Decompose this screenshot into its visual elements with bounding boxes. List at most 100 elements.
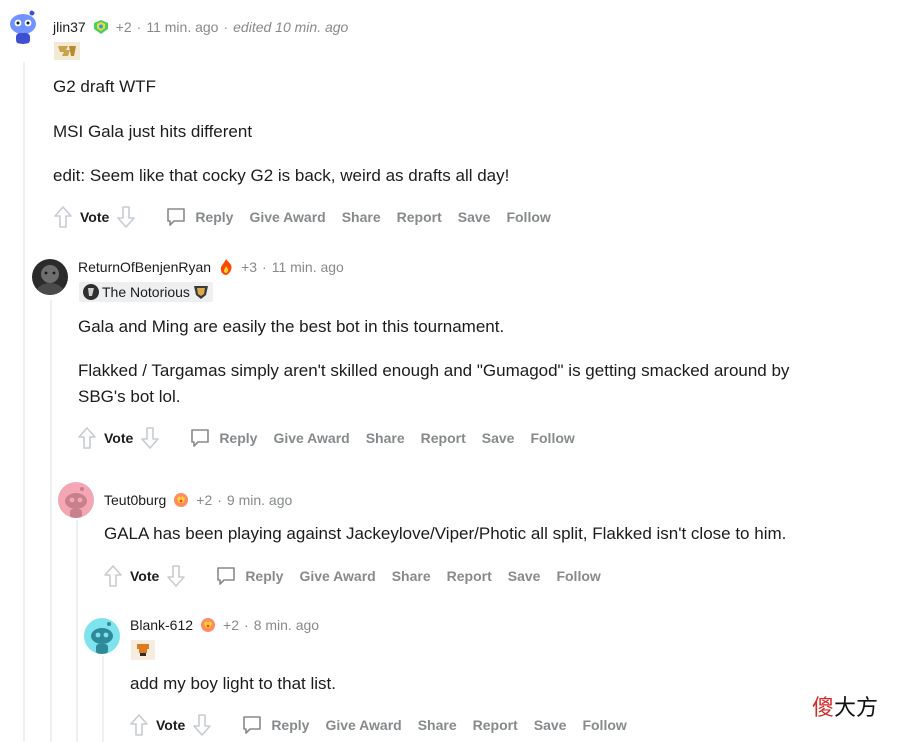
watermark-part1: 傻 <box>812 696 835 721</box>
avatar-returnofbenjenryan[interactable] <box>32 259 68 295</box>
comment-actions: Vote Reply Give Award Share Report Save … <box>52 203 551 231</box>
comment-body-line: GALA has been playing against Jackeylove… <box>104 524 787 543</box>
user-flair-badge <box>54 42 80 60</box>
speech-bubble-icon <box>241 714 263 736</box>
avatar-teut0burg[interactable] <box>58 482 94 518</box>
follow-button[interactable]: Follow <box>582 717 626 733</box>
avatar-blank-612[interactable] <box>84 618 120 654</box>
downvote-icon[interactable] <box>115 204 137 230</box>
username[interactable]: jlin37 <box>53 19 86 35</box>
award-count[interactable]: +2 <box>196 492 212 508</box>
comment-meta: Blank-612 +2 · 8 min. ago <box>130 615 319 635</box>
upvote-icon[interactable] <box>52 204 74 230</box>
report-button[interactable]: Report <box>397 209 442 225</box>
comment-body-line: MSI Gala just hits different <box>53 122 253 141</box>
follow-button[interactable]: Follow <box>506 209 550 225</box>
reply-button[interactable]: Reply <box>165 206 233 228</box>
comment-actions: Vote Reply Give Award Share Report Save … <box>102 562 601 590</box>
follow-button[interactable]: Follow <box>556 568 600 584</box>
share-button[interactable]: Share <box>418 717 457 733</box>
comment-body-line: Gala and Ming are easily the best bot in… <box>78 317 505 336</box>
report-button[interactable]: Report <box>447 568 492 584</box>
edited-label: edited 10 min. ago <box>233 19 349 35</box>
upvote-icon[interactable] <box>102 563 124 589</box>
user-flair-badge: The Notorious <box>79 282 213 302</box>
comment-meta: Teut0burg +2 · 9 min. ago <box>104 490 292 510</box>
watermark: 傻大方 <box>812 690 878 722</box>
separator-dot: · <box>223 19 229 35</box>
thread-line-3[interactable] <box>76 520 78 742</box>
timestamp[interactable]: 11 min. ago <box>146 19 218 35</box>
reply-button[interactable]: Reply <box>241 714 309 736</box>
reply-label: Reply <box>245 568 284 584</box>
separator-dot: · <box>217 492 222 508</box>
share-button[interactable]: Share <box>342 209 381 225</box>
comment-body-line: add my boy light to that list. <box>130 674 336 693</box>
timestamp[interactable]: 9 min. ago <box>227 492 292 508</box>
avatar-jlin37[interactable] <box>5 8 41 44</box>
separator-dot: · <box>136 19 142 35</box>
username[interactable]: Teut0burg <box>104 492 166 508</box>
user-flair-badge <box>131 640 155 660</box>
team-logo-icon <box>54 42 80 60</box>
username[interactable]: Blank-612 <box>130 617 193 633</box>
separator-dot: · <box>244 617 249 633</box>
reply-label: Reply <box>195 209 234 225</box>
speech-bubble-icon <box>189 427 211 449</box>
save-button[interactable]: Save <box>482 430 515 446</box>
separator-dot: · <box>262 259 267 275</box>
username[interactable]: ReturnOfBenjenRyan <box>78 259 211 275</box>
downvote-icon[interactable] <box>191 712 213 738</box>
downvote-icon[interactable] <box>165 563 187 589</box>
vote-label: Vote <box>104 430 134 446</box>
flair-emblem-icon <box>83 284 99 300</box>
downvote-icon[interactable] <box>139 425 161 451</box>
thread-line-2[interactable] <box>50 300 52 742</box>
comment-meta: jlin37 +2 · 11 min. ago · edited 10 min.… <box>53 17 348 37</box>
thread-line-1[interactable] <box>23 62 25 742</box>
comment-body-line: edit: Seem like that cocky G2 is back, w… <box>53 166 510 185</box>
reply-label: Reply <box>271 717 310 733</box>
award-count[interactable]: +2 <box>116 19 132 35</box>
speech-bubble-icon <box>215 565 237 587</box>
team-logo-icon <box>131 640 155 660</box>
comment-body-line: Flakked / Targamas simply aren't skilled… <box>78 361 790 380</box>
vote-label: Vote <box>156 717 186 733</box>
timestamp[interactable]: 11 min. ago <box>272 259 344 275</box>
award-icon[interactable] <box>217 258 235 276</box>
watermark-part2: 大方 <box>834 696 879 721</box>
reply-button[interactable]: Reply <box>189 427 257 449</box>
flair-text: The Notorious <box>102 284 190 300</box>
comment-actions: Vote Reply Give Award Share Report Save … <box>76 424 575 452</box>
comment-actions: Vote Reply Give Award Share Report Save … <box>128 711 627 739</box>
follow-button[interactable]: Follow <box>530 430 574 446</box>
reply-button[interactable]: Reply <box>215 565 283 587</box>
save-button[interactable]: Save <box>508 568 541 584</box>
speech-bubble-icon <box>165 206 187 228</box>
share-button[interactable]: Share <box>392 568 431 584</box>
give-award-button[interactable]: Give Award <box>299 568 375 584</box>
comment-body-line: G2 draft WTF <box>53 77 156 96</box>
save-button[interactable]: Save <box>458 209 491 225</box>
award-icon[interactable] <box>199 616 217 634</box>
report-button[interactable]: Report <box>421 430 466 446</box>
upvote-icon[interactable] <box>128 712 150 738</box>
report-button[interactable]: Report <box>473 717 518 733</box>
share-button[interactable]: Share <box>366 430 405 446</box>
team-logo-icon <box>193 286 208 299</box>
give-award-button[interactable]: Give Award <box>325 717 401 733</box>
vote-label: Vote <box>80 209 110 225</box>
reply-label: Reply <box>219 430 258 446</box>
award-icon[interactable] <box>172 491 190 509</box>
vote-label: Vote <box>130 568 160 584</box>
award-count[interactable]: +2 <box>223 617 239 633</box>
award-icon[interactable] <box>92 18 110 36</box>
upvote-icon[interactable] <box>76 425 98 451</box>
comment-body-line: SBG's bot lol. <box>78 387 181 406</box>
give-award-button[interactable]: Give Award <box>249 209 325 225</box>
thread-line-4[interactable] <box>102 656 104 742</box>
give-award-button[interactable]: Give Award <box>273 430 349 446</box>
timestamp[interactable]: 8 min. ago <box>254 617 319 633</box>
award-count[interactable]: +3 <box>241 259 257 275</box>
save-button[interactable]: Save <box>534 717 567 733</box>
